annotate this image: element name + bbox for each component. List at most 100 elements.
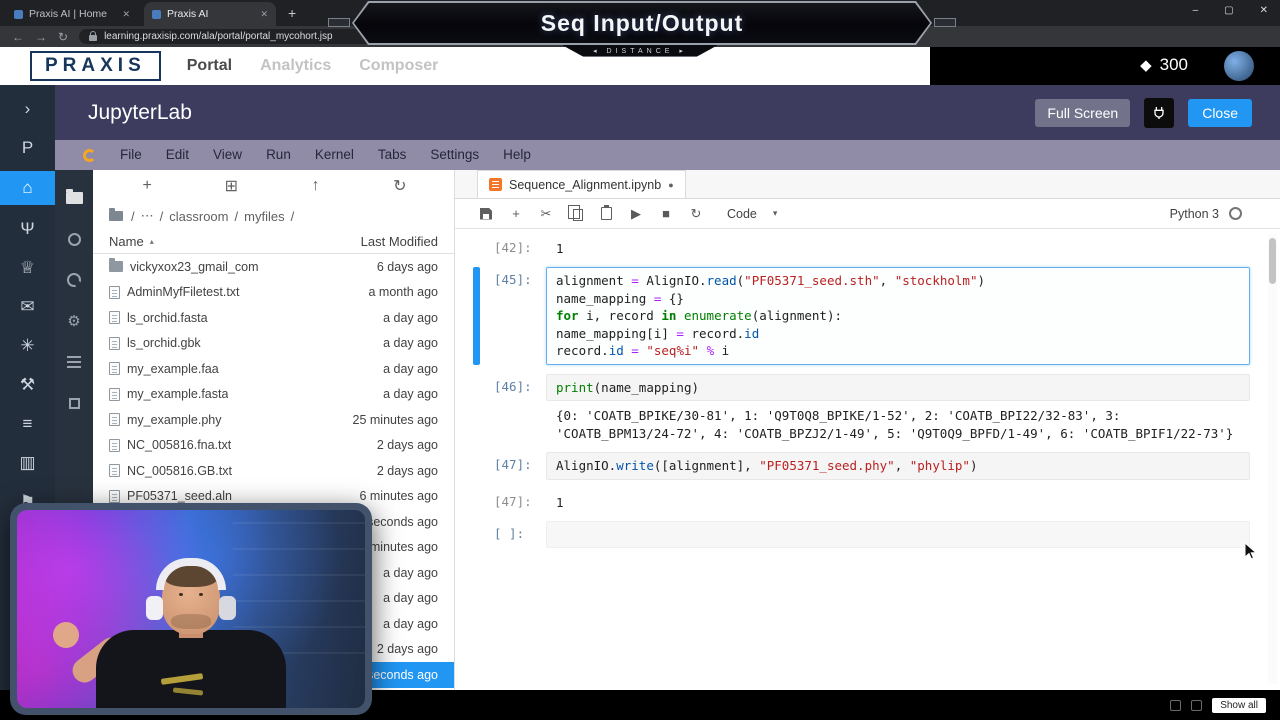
- code-cell[interactable]: [47]: AlignIO.write([alignment], "PF05371…: [473, 452, 1250, 480]
- cell-editor[interactable]: alignment = AlignIO.read("PF05371_seed.s…: [546, 267, 1250, 365]
- file-row[interactable]: AdminMyfFiletest.txt a month ago: [93, 280, 454, 306]
- scrollbar-thumb[interactable]: [1269, 238, 1276, 284]
- file-row[interactable]: NC_005816.GB.txt 2 days ago: [93, 458, 454, 484]
- upload-icon[interactable]: ↑: [294, 177, 338, 195]
- cell-collapser[interactable]: [473, 235, 480, 258]
- breadcrumb-item[interactable]: myfiles: [244, 209, 284, 224]
- menu-tabs[interactable]: Tabs: [366, 140, 419, 170]
- new-launcher-icon[interactable]: +: [125, 177, 169, 195]
- save-icon[interactable]: [471, 207, 501, 220]
- nav-analytics[interactable]: Analytics: [260, 57, 331, 75]
- forward-icon[interactable]: →: [35, 31, 47, 43]
- branch-icon[interactable]: Ψ: [0, 213, 55, 244]
- file-row[interactable]: my_example.fasta a day ago: [93, 382, 454, 408]
- menu-view[interactable]: View: [201, 140, 254, 170]
- refresh-icon[interactable]: ↻: [378, 176, 422, 196]
- kernel-indicator[interactable]: Python 3: [1170, 207, 1242, 221]
- file-browser-icon[interactable]: [65, 189, 83, 206]
- cell-editor[interactable]: [546, 520, 1250, 548]
- menu-edit[interactable]: Edit: [154, 140, 201, 170]
- browser-tab-1[interactable]: Praxis AI | Home ✕: [6, 2, 138, 26]
- user-avatar[interactable]: [1224, 51, 1254, 81]
- reload-icon[interactable]: ↻: [58, 31, 68, 43]
- nav-portal[interactable]: Portal: [187, 57, 232, 75]
- file-row[interactable]: ls_orchid.fasta a day ago: [93, 305, 454, 331]
- property-inspector-icon[interactable]: ⚙: [67, 313, 80, 329]
- cell-collapser[interactable]: [473, 489, 480, 512]
- code-cell[interactable]: [46]: print(name_mapping) {0: 'COATB_BPIKE…: [473, 373, 1250, 444]
- file-row[interactable]: vickyxox23_gmail_com 6 days ago: [93, 254, 454, 280]
- menu-run[interactable]: Run: [254, 140, 303, 170]
- file-row[interactable]: my_example.faa a day ago: [93, 356, 454, 382]
- file-row[interactable]: NC_005816.fna.txt 2 days ago: [93, 433, 454, 459]
- column-modified[interactable]: Last Modified: [326, 234, 438, 249]
- folder-icon[interactable]: [109, 208, 123, 221]
- maximize-button[interactable]: ▢: [1224, 5, 1233, 16]
- browser-tab-2[interactable]: Praxis AI ✕: [144, 2, 276, 26]
- notebook-tab[interactable]: Sequence_Alignment.ipynb ●: [477, 170, 686, 198]
- unsaved-dot-icon[interactable]: ●: [668, 180, 673, 190]
- menu-help[interactable]: Help: [491, 140, 543, 170]
- show-all-button[interactable]: Show all: [1212, 697, 1266, 713]
- open-tabs-icon[interactable]: [67, 354, 81, 370]
- cell-collapser[interactable]: [473, 521, 480, 549]
- code-cell[interactable]: [ ]:: [473, 520, 1250, 549]
- trophy-icon[interactable]: ♕: [0, 252, 55, 283]
- tab-close-icon[interactable]: ✕: [122, 9, 130, 20]
- back-icon[interactable]: ←: [12, 31, 24, 43]
- menu-kernel[interactable]: Kernel: [303, 140, 366, 170]
- cut-cell-icon[interactable]: ✂: [531, 206, 561, 222]
- menu-file[interactable]: File: [108, 140, 154, 170]
- tools-icon[interactable]: ⚒: [0, 369, 55, 400]
- command-palette-icon[interactable]: [67, 272, 81, 288]
- interrupt-kernel-icon[interactable]: ■: [651, 206, 681, 221]
- cell-collapser[interactable]: [473, 374, 480, 444]
- cell-collapser[interactable]: [473, 452, 480, 480]
- file-row[interactable]: ls_orchid.gbk a day ago: [93, 331, 454, 357]
- paste-cell-icon[interactable]: [591, 205, 621, 220]
- copy-cell-icon[interactable]: [561, 204, 591, 221]
- minimize-button[interactable]: –: [1193, 5, 1199, 16]
- banner-wing-left: [328, 18, 350, 27]
- notebook-scroll-area[interactable]: [42]: 1 [45]: alignment = AlignIO.read("PF0…: [455, 229, 1280, 690]
- add-cell-icon[interactable]: +: [501, 206, 531, 221]
- praxis-p-icon[interactable]: P: [0, 132, 55, 163]
- cell-collapser[interactable]: [473, 267, 480, 365]
- mail-icon[interactable]: ✉: [0, 291, 55, 322]
- palette-icon[interactable]: ✳: [0, 330, 55, 361]
- cell-type-dropdown[interactable]: Code ▾: [727, 207, 777, 221]
- sort-caret-icon[interactable]: ▴: [150, 237, 154, 246]
- praxis-logo[interactable]: PRAXIS: [30, 51, 161, 81]
- breadcrumb: / ⋯ / classroom / myfiles /: [93, 202, 454, 230]
- close-button[interactable]: Close: [1188, 98, 1252, 127]
- notebook-scrollbar[interactable]: [1268, 234, 1277, 684]
- list-icon[interactable]: ≡: [0, 408, 55, 439]
- breadcrumb-item[interactable]: classroom: [169, 209, 228, 224]
- cell-editor[interactable]: print(name_mapping): [546, 373, 1250, 401]
- extension-manager-icon[interactable]: [68, 395, 80, 411]
- menu-settings[interactable]: Settings: [418, 140, 491, 170]
- close-window-button[interactable]: ✕: [1260, 5, 1268, 16]
- breadcrumb-item[interactable]: ⋯: [141, 208, 154, 224]
- nav-composer[interactable]: Composer: [359, 57, 438, 75]
- fullscreen-button[interactable]: Full Screen: [1035, 98, 1131, 127]
- new-folder-icon[interactable]: ⊞: [209, 176, 253, 196]
- home-icon[interactable]: ⌂: [0, 171, 55, 205]
- power-button[interactable]: [1144, 97, 1175, 128]
- chart-icon[interactable]: ▥: [0, 447, 55, 478]
- restart-kernel-icon[interactable]: ↻: [681, 206, 711, 222]
- cell-editor[interactable]: AlignIO.write([alignment], "PF05371_seed…: [546, 452, 1250, 480]
- tray-icon[interactable]: [1170, 699, 1182, 711]
- code-cell[interactable]: [45]: alignment = AlignIO.read("PF05371_s…: [473, 267, 1250, 365]
- running-sessions-icon[interactable]: [67, 231, 81, 247]
- file-row[interactable]: my_example.phy 25 minutes ago: [93, 407, 454, 433]
- run-cell-icon[interactable]: ▶: [621, 206, 651, 222]
- output-cell[interactable]: [47]: 1: [473, 489, 1250, 512]
- output-cell[interactable]: [42]: 1: [473, 235, 1250, 258]
- chevron-right-icon[interactable]: ›: [0, 93, 55, 124]
- points-counter[interactable]: ◆ 300: [1140, 55, 1188, 75]
- new-tab-button[interactable]: +: [288, 5, 296, 21]
- tab-close-icon[interactable]: ✕: [260, 9, 268, 20]
- tray-icon[interactable]: [1191, 699, 1203, 711]
- column-name[interactable]: Name: [109, 234, 144, 249]
